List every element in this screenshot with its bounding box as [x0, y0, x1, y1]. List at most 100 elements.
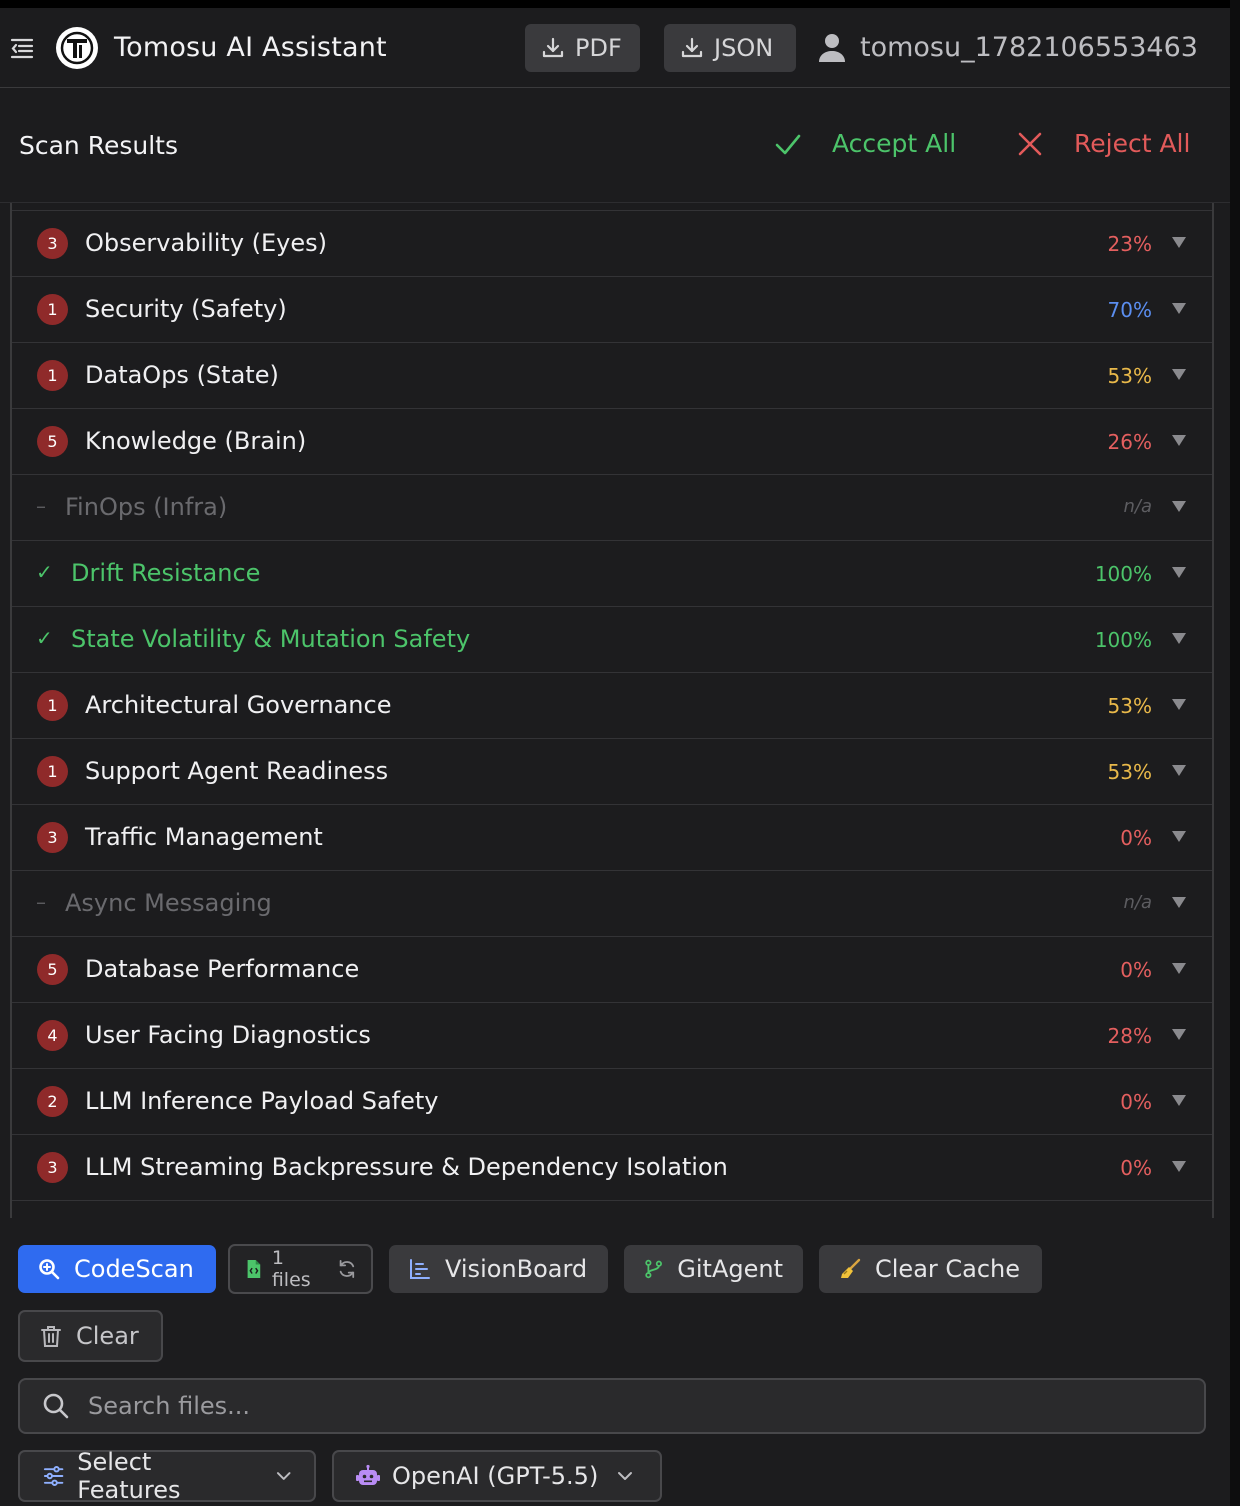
result-row[interactable]: 1 Architectural Governance 53%	[12, 673, 1212, 739]
result-score: n/a	[1123, 496, 1152, 517]
result-row[interactable]: 2 LLM Inference Payload Safety 0%	[12, 1069, 1212, 1135]
results-list[interactable]: 3 Observability (Eyes) 23% 1 Security (Safet…	[10, 203, 1214, 1218]
dash-icon: –	[36, 890, 46, 914]
reject-all-button[interactable]: Reject All	[1016, 129, 1190, 158]
model-selector-dropdown[interactable]: OpenAI (GPT-5.5)	[332, 1450, 662, 1502]
result-row[interactable]: ✓ Drift Resistance 100%	[12, 541, 1212, 607]
files-selector-button[interactable]: 1 files	[228, 1244, 373, 1294]
search-files-input[interactable]	[88, 1392, 1088, 1420]
search-files-box[interactable]	[18, 1378, 1206, 1434]
result-row[interactable]: 3 LLM Streaming Backpressure & Dependency…	[12, 1135, 1212, 1201]
expand-caret-icon[interactable]	[1172, 435, 1186, 446]
result-name: LLM Streaming Backpressure & Dependency …	[85, 1153, 728, 1181]
gitagent-button[interactable]: GitAgent	[624, 1245, 803, 1293]
result-row[interactable]: – FinOps (Infra) n/a	[12, 475, 1212, 541]
result-score: 100%	[1094, 628, 1152, 652]
result-name: Security (Safety)	[85, 295, 287, 323]
export-pdf-label: PDF	[575, 34, 622, 62]
expand-caret-icon[interactable]	[1172, 303, 1186, 314]
download-icon	[542, 37, 564, 58]
dash-icon: –	[36, 494, 46, 518]
sidebar-toggle-icon[interactable]	[10, 36, 34, 60]
result-name: Traffic Management	[85, 823, 323, 851]
scan-results-title: Scan Results	[19, 131, 178, 160]
result-score: 26%	[1107, 430, 1152, 454]
clear-cache-label: Clear Cache	[875, 1255, 1021, 1283]
result-name: DataOps (State)	[85, 361, 279, 389]
git-branch-icon	[645, 1259, 662, 1279]
expand-caret-icon[interactable]	[1172, 369, 1186, 380]
result-name: Architectural Governance	[85, 691, 392, 719]
result-name: Observability (Eyes)	[85, 229, 328, 257]
expand-caret-icon[interactable]	[1172, 1161, 1186, 1172]
expand-caret-icon[interactable]	[1172, 237, 1186, 248]
broom-icon	[841, 1258, 861, 1278]
expand-caret-icon[interactable]	[1172, 699, 1186, 710]
result-row[interactable]: 1 Security (Safety) 70%	[12, 277, 1212, 343]
reject-all-label: Reject All	[1074, 129, 1191, 158]
clear-cache-button[interactable]: Clear Cache	[819, 1245, 1042, 1293]
expand-caret-icon[interactable]	[1172, 765, 1186, 776]
codescan-label: CodeScan	[74, 1255, 194, 1283]
result-row[interactable]: 5 Database Performance 0%	[12, 937, 1212, 1003]
check-icon	[775, 134, 801, 154]
result-row[interactable]: 4 User Facing Diagnostics 28%	[12, 1003, 1212, 1069]
accept-all-button[interactable]: Accept All	[774, 129, 956, 158]
result-score: 53%	[1107, 364, 1152, 388]
issue-count-badge: 3	[37, 1152, 68, 1183]
close-icon	[1018, 132, 1042, 155]
result-score: 53%	[1107, 760, 1152, 784]
refresh-icon[interactable]	[337, 1258, 357, 1280]
logo-mark-icon	[60, 31, 94, 65]
result-score: 100%	[1094, 562, 1152, 586]
list-top-edge	[12, 203, 1212, 211]
result-row[interactable]: 1 DataOps (State) 53%	[12, 343, 1212, 409]
select-features-dropdown[interactable]: Select Features	[18, 1448, 316, 1504]
result-score: 70%	[1107, 298, 1152, 322]
chart-bar-icon	[410, 1259, 430, 1279]
bottom-toolbar: CodeScan 1 files VisionBoard GitAgent Cl…	[0, 1218, 1230, 1506]
result-name: Async Messaging	[65, 889, 272, 917]
codescan-button[interactable]: CodeScan	[18, 1245, 216, 1293]
result-name: Drift Resistance	[71, 559, 261, 587]
result-row[interactable]: 3 Observability (Eyes) 23%	[12, 211, 1212, 277]
clear-button[interactable]: Clear	[18, 1310, 163, 1362]
expand-caret-icon[interactable]	[1172, 501, 1186, 512]
result-score: 23%	[1107, 232, 1152, 256]
result-name: FinOps (Infra)	[65, 493, 228, 521]
expand-caret-icon[interactable]	[1172, 831, 1186, 842]
results-rows: 3 Observability (Eyes) 23% 1 Security (Safet…	[12, 211, 1212, 1201]
result-score: 0%	[1120, 958, 1152, 982]
clear-label: Clear	[76, 1322, 139, 1350]
issue-count-badge: 1	[37, 690, 68, 721]
check-icon: ✓	[36, 560, 53, 584]
expand-caret-icon[interactable]	[1172, 633, 1186, 644]
result-row[interactable]: 5 Knowledge (Brain) 26%	[12, 409, 1212, 475]
expand-caret-icon[interactable]	[1172, 1095, 1186, 1106]
result-score: n/a	[1123, 892, 1152, 913]
result-name: Database Performance	[85, 955, 360, 983]
result-row[interactable]: – Async Messaging n/a	[12, 871, 1212, 937]
expand-caret-icon[interactable]	[1172, 897, 1186, 908]
result-row[interactable]: 3 Traffic Management 0%	[12, 805, 1212, 871]
issue-count-badge: 3	[37, 228, 68, 259]
check-icon: ✓	[36, 626, 53, 650]
select-features-label: Select Features	[77, 1448, 181, 1504]
visionboard-label: VisionBoard	[445, 1255, 588, 1283]
expand-caret-icon[interactable]	[1172, 963, 1186, 974]
issue-count-badge: 2	[37, 1086, 68, 1117]
expand-caret-icon[interactable]	[1172, 1029, 1186, 1040]
result-row[interactable]: ✓ State Volatility & Mutation Safety 100%	[12, 607, 1212, 673]
result-name: User Facing Diagnostics	[85, 1021, 371, 1049]
export-json-button[interactable]: JSON	[664, 24, 796, 72]
result-row[interactable]: 1 Support Agent Readiness 53%	[12, 739, 1212, 805]
result-score: 0%	[1120, 826, 1152, 850]
user-menu[interactable]: tomosu_1782106553463	[818, 32, 1198, 63]
expand-caret-icon[interactable]	[1172, 567, 1186, 578]
export-pdf-button[interactable]: PDF	[525, 24, 640, 72]
top-bar: Tomosu AI Assistant PDF JSON tomosu_1782…	[0, 8, 1230, 88]
visionboard-button[interactable]: VisionBoard	[389, 1245, 608, 1293]
app-title: Tomosu AI Assistant	[114, 32, 387, 63]
chevron-down-icon	[276, 1472, 291, 1480]
result-score: 0%	[1120, 1156, 1152, 1180]
